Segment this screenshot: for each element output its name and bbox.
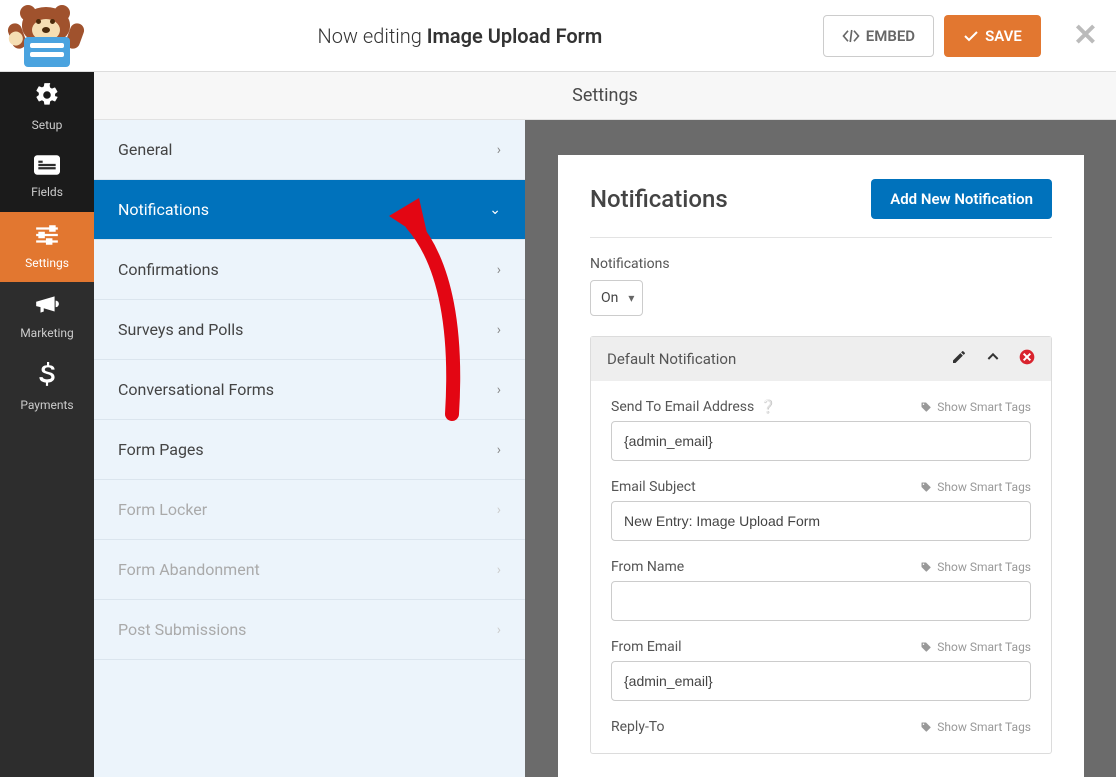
settings-item-notifications[interactable]: Notifications ⌄ (94, 180, 525, 240)
sidebar-item-payments[interactable]: Payments (0, 352, 94, 422)
page-title: Now editing Image Upload Form (97, 24, 823, 48)
chevron-right-icon: › (497, 562, 501, 578)
settings-item-conversational[interactable]: Conversational Forms › (94, 360, 525, 420)
megaphone-icon (34, 294, 60, 322)
sidebar-item-marketing[interactable]: Marketing (0, 282, 94, 352)
main-sidebar: Setup Fields Settings Marketing Payments (0, 72, 94, 777)
add-notification-button[interactable]: Add New Notification (871, 179, 1052, 219)
settings-surveys-label: Surveys and Polls (118, 320, 243, 339)
settings-item-post-submissions[interactable]: Post Submissions › (94, 600, 525, 660)
settings-formlocker-label: Form Locker (118, 500, 207, 519)
chevron-down-icon: ⌄ (489, 202, 501, 218)
smart-tags-link[interactable]: Show Smart Tags (920, 640, 1031, 654)
list-icon (34, 155, 60, 181)
settings-subnav: General › Notifications ⌄ Confirmations › S… (94, 120, 528, 777)
chevron-right-icon: › (497, 142, 501, 158)
title-form-name: Image Upload Form (427, 24, 603, 48)
settings-formpages-label: Form Pages (118, 440, 204, 459)
sidebar-item-settings[interactable]: Settings (0, 212, 94, 282)
reply-to-label: Reply-To (611, 719, 664, 735)
settings-confirmations-label: Confirmations (118, 260, 219, 279)
settings-conversational-label: Conversational Forms (118, 380, 274, 399)
help-icon[interactable]: ❔ (760, 400, 776, 415)
sidebar-marketing-label: Marketing (20, 326, 74, 340)
subject-label: Email Subject (611, 479, 696, 495)
smart-tags-link[interactable]: Show Smart Tags (920, 480, 1031, 494)
close-icon: ✕ (1073, 18, 1098, 53)
smart-tags-link[interactable]: Show Smart Tags (920, 400, 1031, 414)
tag-icon (920, 401, 932, 413)
settings-title: Settings (572, 85, 638, 106)
gear-icon (34, 82, 60, 114)
notifications-toggle-select[interactable]: On (590, 280, 643, 316)
chevron-right-icon: › (497, 322, 501, 338)
settings-item-form-abandonment[interactable]: Form Abandonment › (94, 540, 525, 600)
chevron-right-icon: › (497, 262, 501, 278)
notifications-panel: Notifications Add New Notification Notif… (558, 155, 1084, 777)
tag-icon (920, 481, 932, 493)
send-to-input[interactable] (611, 421, 1031, 461)
settings-notifications-label: Notifications (118, 200, 209, 219)
from-email-label: From Email (611, 639, 682, 655)
settings-item-surveys[interactable]: Surveys and Polls › (94, 300, 525, 360)
sidebar-settings-label: Settings (25, 256, 69, 270)
edit-icon[interactable] (951, 349, 967, 369)
notification-title: Default Notification (607, 350, 736, 368)
save-button[interactable]: SAVE (944, 15, 1041, 57)
chevron-right-icon: › (497, 382, 501, 398)
settings-postsub-label: Post Submissions (118, 620, 246, 639)
settings-abandonment-label: Form Abandonment (118, 560, 260, 579)
sidebar-fields-label: Fields (31, 185, 63, 199)
top-bar: Now editing Image Upload Form EMBED SAVE… (0, 0, 1116, 72)
panel-heading: Notifications (590, 185, 728, 213)
settings-item-confirmations[interactable]: Confirmations › (94, 240, 525, 300)
chevron-right-icon: › (497, 442, 501, 458)
top-actions: EMBED SAVE ✕ (823, 15, 1098, 57)
chevron-right-icon: › (497, 502, 501, 518)
sidebar-payments-label: Payments (20, 398, 73, 412)
settings-header: Settings (94, 72, 1116, 120)
subject-input[interactable] (611, 501, 1031, 541)
save-label: SAVE (985, 27, 1022, 45)
delete-icon[interactable] (1019, 349, 1035, 369)
sidebar-setup-label: Setup (32, 118, 63, 132)
settings-item-form-pages[interactable]: Form Pages › (94, 420, 525, 480)
notification-item: Default Notification (590, 336, 1052, 754)
from-email-input[interactable] (611, 661, 1031, 701)
collapse-icon[interactable] (985, 349, 1001, 369)
wpforms-logo[interactable] (10, 7, 85, 65)
notification-item-header: Default Notification (591, 337, 1051, 381)
settings-item-general[interactable]: General › (94, 120, 525, 180)
close-button[interactable]: ✕ (1073, 18, 1098, 53)
notifications-toggle-value: On (601, 290, 618, 306)
code-icon (842, 29, 860, 43)
chevron-right-icon: › (497, 622, 501, 638)
sidebar-item-fields[interactable]: Fields (0, 142, 94, 212)
tag-icon (920, 561, 932, 573)
sliders-icon (34, 224, 60, 252)
embed-label: EMBED (866, 27, 915, 45)
add-notification-label: Add New Notification (890, 190, 1033, 208)
settings-panel-wrapper: Notifications Add New Notification Notif… (528, 120, 1116, 777)
notifications-toggle-label: Notifications (590, 256, 1052, 272)
check-icon (963, 29, 979, 43)
settings-item-form-locker[interactable]: Form Locker › (94, 480, 525, 540)
from-name-label: From Name (611, 559, 684, 575)
from-name-input[interactable] (611, 581, 1031, 621)
dollar-icon (39, 362, 55, 394)
title-prefix: Now editing (317, 24, 426, 48)
embed-button[interactable]: EMBED (823, 15, 934, 57)
send-to-label: Send To Email Address ❔ (611, 399, 776, 415)
smart-tags-link[interactable]: Show Smart Tags (920, 560, 1031, 574)
tag-icon (920, 721, 932, 733)
settings-general-label: General (118, 140, 172, 159)
tag-icon (920, 641, 932, 653)
sidebar-item-setup[interactable]: Setup (0, 72, 94, 142)
smart-tags-link[interactable]: Show Smart Tags (920, 720, 1031, 734)
